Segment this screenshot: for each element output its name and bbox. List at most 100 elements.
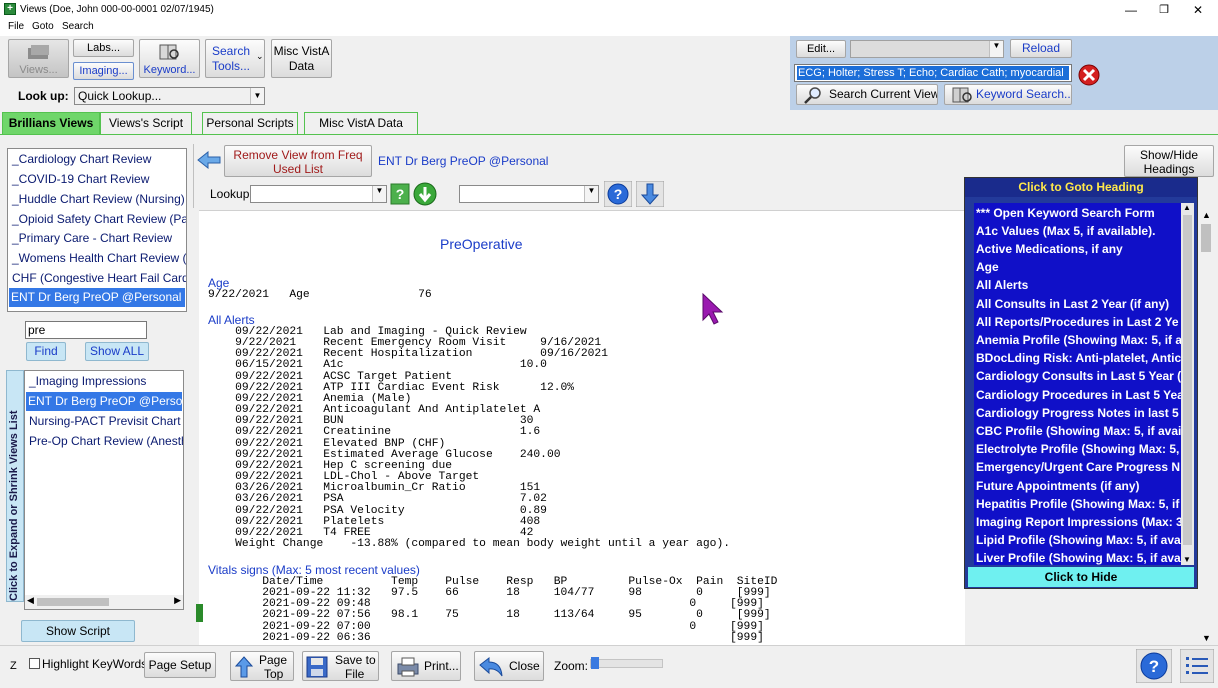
scroll-up-icon[interactable]: ▲ <box>1202 210 1211 220</box>
close-button[interactable]: Close <box>474 651 544 681</box>
save-to-file-button[interactable]: Save to File <box>302 651 379 681</box>
list-item-selected[interactable]: ENT Dr Berg PreOP @Personal <box>26 392 183 411</box>
search-current-view-button[interactable]: Search Current View <box>796 84 938 105</box>
keyword-search-button[interactable]: Keyword Search... <box>944 84 1072 105</box>
help-icon[interactable]: ? <box>604 181 632 207</box>
list-item[interactable]: _Opioid Safety Chart Review (Pain M <box>10 210 186 229</box>
heading-item[interactable]: Anemia Profile (Showing Max: 5, if a <box>976 331 1181 349</box>
scroll-thumb[interactable] <box>37 598 109 606</box>
goto-heading-title[interactable]: Click to Goto Heading <box>965 178 1197 197</box>
results-list[interactable]: _Imaging Impressions ENT Dr Berg PreOP @… <box>24 370 184 610</box>
doc-lookup-select[interactable]: ▼ <box>250 185 387 203</box>
scroll-up-icon[interactable]: ▲ <box>1183 203 1191 212</box>
page-setup-button[interactable]: Page Setup <box>144 652 216 678</box>
scroll-right-icon[interactable]: ▶ <box>174 595 181 606</box>
list-item[interactable]: CHF (Congestive Heart Fail Cardiolo <box>10 269 186 288</box>
list-item[interactable]: _Cardiology Chart Review <box>10 150 151 169</box>
help-icon[interactable]: ? <box>1136 649 1172 683</box>
list-item[interactable]: Nursing-PACT Previsit Chart Rev <box>27 412 183 431</box>
tab-misc-vista-data[interactable]: Misc VistA Data <box>304 112 418 134</box>
remove-view-button[interactable]: Remove View from Freq Used List <box>224 145 372 177</box>
list-item[interactable]: _Imaging Impressions <box>27 372 146 391</box>
heading-item[interactable]: Active Medications, if any <box>976 240 1123 258</box>
menu-file[interactable]: File <box>8 21 24 32</box>
menu-list-icon[interactable] <box>1180 649 1214 683</box>
heading-item[interactable]: All Consults in Last 2 Year (if any) <box>976 295 1169 313</box>
reload-button[interactable]: Reload <box>1010 39 1072 58</box>
goto-scrollbar[interactable]: ▲ ▼ <box>1181 203 1194 565</box>
arrow-down-icon[interactable] <box>636 181 664 207</box>
find-button[interactable]: Find <box>26 342 66 361</box>
imaging-button[interactable]: Imaging... <box>73 62 134 80</box>
heading-item[interactable]: Imaging Report Impressions (Max: 3 <box>976 513 1181 531</box>
heading-item[interactable]: Liver Profile (Showing Max: 5, if ava <box>976 549 1181 565</box>
views-list[interactable]: _Cardiology Chart Review _COVID-19 Chart… <box>7 148 187 312</box>
heading-item[interactable]: Age <box>976 258 999 276</box>
heading-item[interactable]: Emergency/Urgent Care Progress N <box>976 458 1180 476</box>
clear-search-icon[interactable] <box>1077 63 1103 87</box>
heading-item[interactable]: Cardiology Procedures in Last 5 Yea <box>976 386 1181 404</box>
horizontal-scrollbar[interactable]: ◀ ▶ <box>25 595 183 609</box>
list-item[interactable]: Pre-Op Chart Review (Anesthes <box>27 432 183 451</box>
menu-search[interactable]: Search <box>62 21 94 32</box>
expand-views-list-tab[interactable]: Click to Expand or Shrink Views List <box>6 370 24 602</box>
scroll-down-icon[interactable]: ▼ <box>1183 555 1191 564</box>
doc-scrollbar[interactable]: ▲ ▼ <box>1199 210 1214 645</box>
heading-item[interactable]: *** Open Keyword Search Form <box>976 204 1155 222</box>
edit-button[interactable]: Edit... <box>796 40 846 58</box>
search-tools-button[interactable]: Search Tools... ⌄ <box>205 39 265 78</box>
show-all-button[interactable]: Show ALL <box>85 342 149 361</box>
close-window-button[interactable]: ✕ <box>1180 2 1216 18</box>
highlight-checkbox[interactable] <box>29 658 40 669</box>
heading-select[interactable]: ▼ <box>459 185 599 203</box>
zoom-slider[interactable] <box>590 657 663 669</box>
print-button[interactable]: Print... <box>391 651 461 681</box>
list-item[interactable]: _Primary Care - Chart Review <box>10 229 172 248</box>
heading-item[interactable]: BDocLding Risk: Anti-platelet, Antic <box>976 349 1181 367</box>
heading-item[interactable]: Hepatitis Profile (Showing Max: 5, if <box>976 495 1179 513</box>
help-question-icon[interactable]: ? <box>390 183 410 205</box>
heading-item[interactable]: Cardiology Progress Notes in last 5 <box>976 404 1179 422</box>
minimize-button[interactable]: — <box>1113 2 1149 18</box>
chevron-down-icon: ▼ <box>584 186 598 202</box>
misc-vista-button[interactable]: Misc VistA Data <box>271 39 332 78</box>
scroll-down-icon[interactable]: ▼ <box>1202 633 1211 643</box>
list-item-selected[interactable]: ENT Dr Berg PreOP @Personal <box>9 288 185 307</box>
labs-button[interactable]: Labs... <box>73 39 134 57</box>
views-button[interactable]: Views... <box>8 39 69 78</box>
keyword-button[interactable]: Keyword... <box>139 39 200 78</box>
filter-input[interactable]: pre <box>25 321 147 339</box>
show-hide-headings-button[interactable]: Show/Hide Headings <box>1124 145 1214 177</box>
list-item[interactable]: _Huddle Chart Review (Nursing) <box>10 190 185 209</box>
quick-lookup-select[interactable]: Quick Lookup... ▼ <box>74 87 265 105</box>
tab-views-script[interactable]: Views's Script <box>100 112 192 134</box>
menu-goto[interactable]: Goto <box>32 21 54 32</box>
heading-item[interactable]: All Reports/Procedures in Last 2 Ye <box>976 313 1179 331</box>
tab-strip: Brillians Views Views's Script Personal … <box>0 112 1218 134</box>
scroll-thumb[interactable] <box>1201 224 1211 252</box>
show-script-button[interactable]: Show Script <box>21 620 135 642</box>
heading-item[interactable]: All Alerts <box>976 276 1028 294</box>
tab-personal-scripts[interactable]: Personal Scripts <box>202 112 298 134</box>
heading-item[interactable]: Lipid Profile (Showing Max: 5, if ava <box>976 531 1181 549</box>
go-down-icon[interactable] <box>412 182 438 206</box>
hide-headings-button[interactable]: Click to Hide <box>968 567 1194 587</box>
maximize-button[interactable]: ❐ <box>1146 2 1182 18</box>
goto-heading-list[interactable]: *** Open Keyword Search Form A1c Values … <box>974 203 1181 565</box>
page-top-button[interactable]: Page Top <box>230 651 294 681</box>
search-set-select[interactable]: ▼ <box>850 40 1004 58</box>
scroll-left-icon[interactable]: ◀ <box>27 595 34 606</box>
list-item[interactable]: _Womens Health Chart Review (Pri <box>10 249 186 268</box>
scroll-thumb[interactable] <box>1183 215 1192 545</box>
search-query-input[interactable]: ECG; Holter; Stress T; Echo; Cardiac Cat… <box>794 64 1072 82</box>
heading-item[interactable]: Cardiology Consults in Last 5 Year ( <box>976 367 1181 385</box>
heading-item[interactable]: CBC Profile (Showing Max: 5, if avai <box>976 422 1181 440</box>
heading-item[interactable]: Future Appointments (if any) <box>976 477 1140 495</box>
heading-item[interactable]: Electrolyte Profile (Showing Max: 5, <box>976 440 1179 458</box>
back-arrow-icon[interactable] <box>196 151 222 169</box>
tab-divider <box>0 134 1218 135</box>
heading-item[interactable]: A1c Values (Max 5, if available). <box>976 222 1155 240</box>
tab-brillians-views[interactable]: Brillians Views <box>2 112 100 134</box>
list-item[interactable]: _COVID-19 Chart Review <box>10 170 149 189</box>
zoom-slider-thumb[interactable] <box>591 657 599 669</box>
